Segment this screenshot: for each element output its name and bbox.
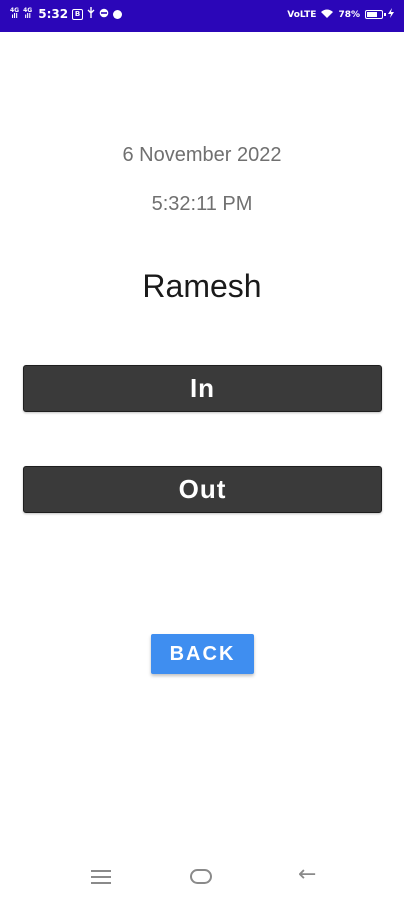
charging-icon xyxy=(388,8,394,21)
battery-percent: 78% xyxy=(338,9,360,20)
battery-cap xyxy=(384,13,386,16)
current-time: 5:32:11 PM xyxy=(151,193,253,215)
current-date: 6 November 2022 xyxy=(122,144,282,166)
network-indicator-1: 4G ıll xyxy=(10,8,19,20)
menu-icon[interactable] xyxy=(91,870,111,888)
back-button[interactable]: BACK xyxy=(151,634,254,674)
check-out-button[interactable]: Out xyxy=(23,466,382,513)
battery-fill xyxy=(367,12,378,17)
system-nav-bar: ← xyxy=(0,850,404,900)
back-arrow-icon[interactable]: ← xyxy=(298,864,316,886)
check-in-button[interactable]: In xyxy=(23,365,382,412)
status-bar-right: VoLTE 78% xyxy=(287,8,394,21)
wifi-icon xyxy=(321,9,334,21)
status-bar-left: 4G ıll 4G ıll 5:32 B xyxy=(10,7,123,21)
volte-label: VoLTE xyxy=(287,9,317,20)
status-bar: 4G ıll 4G ıll 5:32 B VoLTE 78% xyxy=(0,0,404,32)
chat-icon xyxy=(113,9,123,19)
home-icon[interactable] xyxy=(190,869,212,884)
signal-icon: ıll xyxy=(24,13,31,20)
signal-icon: ıll xyxy=(11,13,18,20)
usb-icon xyxy=(87,7,95,21)
network-indicator-2: 4G ıll xyxy=(23,8,32,20)
battery-icon xyxy=(365,10,386,19)
status-time: 5:32 xyxy=(38,7,69,21)
user-name: Ramesh xyxy=(142,268,262,304)
block-icon xyxy=(99,8,109,21)
notification-b-icon: B xyxy=(72,8,84,20)
